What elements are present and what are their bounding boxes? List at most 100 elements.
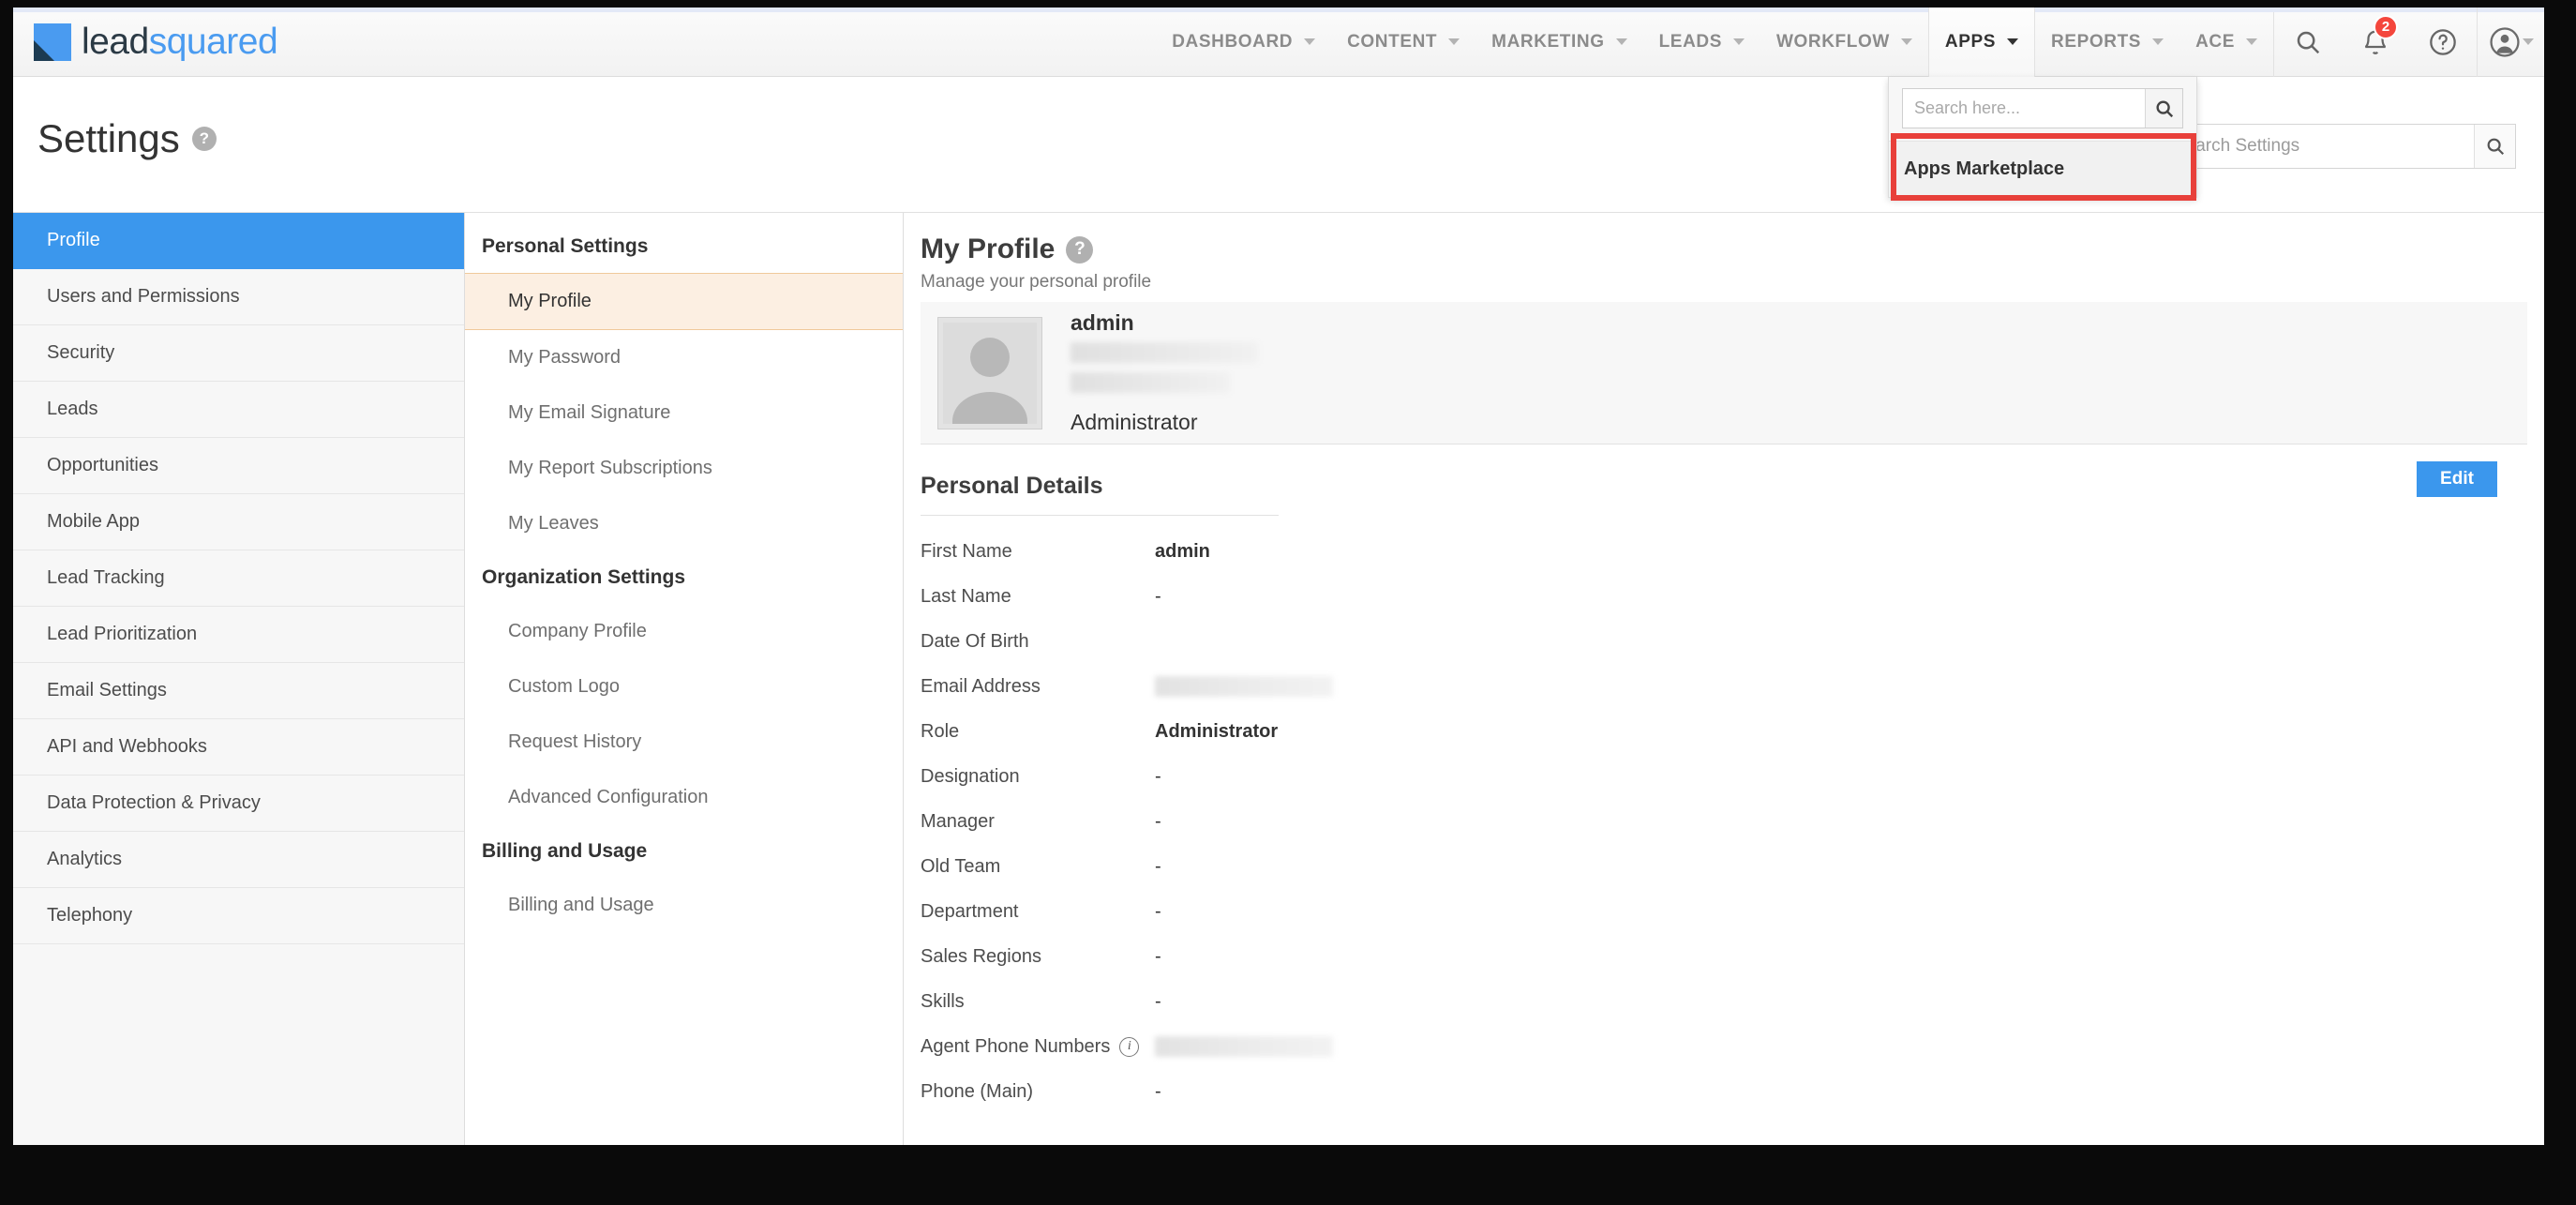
screenshot-frame: leadsquared DASHBOARD CONTENT MARKETING … bbox=[0, 0, 2576, 1205]
edit-button[interactable]: Edit bbox=[2417, 461, 2497, 497]
sidebar-item-telephony[interactable]: Telephony bbox=[13, 888, 464, 944]
submenu-item-custom-logo[interactable]: Custom Logo bbox=[465, 659, 903, 715]
profile-meta: admin Administrator bbox=[1071, 310, 1258, 435]
apps-dropdown-menu: Apps Marketplace bbox=[1888, 77, 2197, 201]
sidebar-item-mobile-app[interactable]: Mobile App bbox=[13, 494, 464, 550]
logo-wordmark: leadsquared bbox=[82, 21, 278, 63]
detail-row: Date Of Birth bbox=[921, 619, 2544, 664]
submenu-item-request-history[interactable]: Request History bbox=[465, 715, 903, 770]
sidebar-item-data-protection-privacy[interactable]: Data Protection & Privacy bbox=[13, 776, 464, 832]
profile-phone-masked bbox=[1071, 372, 1230, 393]
nav-item-leads[interactable]: LEADS bbox=[1643, 8, 1760, 77]
settings-search-box[interactable] bbox=[2160, 124, 2516, 169]
search-icon bbox=[2155, 99, 2173, 117]
nav-item-dashboard[interactable]: DASHBOARD bbox=[1156, 8, 1331, 77]
nav-item-workflow[interactable]: WORKFLOW bbox=[1760, 8, 1928, 77]
sidebar-item-opportunities[interactable]: Opportunities bbox=[13, 438, 464, 494]
detail-row: Agent Phone Numbers i bbox=[921, 1024, 2544, 1069]
user-menu-button[interactable] bbox=[2477, 8, 2544, 77]
detail-row: Designation - bbox=[921, 754, 2544, 799]
apps-dropdown-search-button[interactable] bbox=[2145, 89, 2182, 128]
detail-value: - bbox=[1155, 990, 1161, 1012]
detail-row: First Name admin bbox=[921, 529, 2544, 574]
detail-row: Old Team - bbox=[921, 844, 2544, 889]
personal-details-list: First Name admin Last Name - Date Of Bir… bbox=[921, 529, 2544, 1114]
detail-value: - bbox=[1155, 1080, 1161, 1102]
settings-search-button[interactable] bbox=[2474, 125, 2515, 168]
page-title: Settings bbox=[37, 116, 180, 160]
my-profile-title-group: My Profile ? bbox=[921, 233, 2544, 265]
settings-search-input[interactable] bbox=[2161, 125, 2474, 168]
submenu-group-organization-settings: Organization Settings bbox=[482, 566, 686, 588]
apps-dropdown-search-input[interactable] bbox=[1903, 89, 2145, 128]
nav-item-reports[interactable]: REPORTS bbox=[2035, 8, 2179, 77]
nav-item-label: DASHBOARD bbox=[1172, 31, 1294, 52]
sidebar-item-api-and-webhooks[interactable]: API and Webhooks bbox=[13, 719, 464, 776]
submenu-item-billing-and-usage[interactable]: Billing and Usage bbox=[465, 878, 903, 933]
detail-row: Phone (Main) - bbox=[921, 1069, 2544, 1114]
profile-avatar[interactable] bbox=[937, 316, 1042, 429]
detail-label: Skills bbox=[921, 990, 965, 1012]
detail-value-masked bbox=[1155, 1036, 1333, 1057]
nav-item-marketing[interactable]: MARKETING bbox=[1475, 8, 1642, 77]
chevron-down-icon bbox=[2522, 38, 2534, 45]
detail-row: Manager - bbox=[921, 799, 2544, 844]
apps-dropdown-search-box[interactable] bbox=[1902, 88, 2183, 128]
help-icon[interactable]: ? bbox=[1066, 235, 1094, 264]
sidebar-item-analytics[interactable]: Analytics bbox=[13, 832, 464, 888]
detail-label: First Name bbox=[921, 540, 1012, 562]
nav-item-ace[interactable]: ACE bbox=[2179, 8, 2273, 77]
submenu-item-my-leaves[interactable]: My Leaves bbox=[465, 496, 903, 551]
leadsquared-logo[interactable]: leadsquared bbox=[34, 21, 278, 63]
nav-item-content[interactable]: CONTENT bbox=[1331, 8, 1475, 77]
detail-row: Sales Regions - bbox=[921, 934, 2544, 979]
chevron-down-icon bbox=[2246, 38, 2257, 45]
detail-row: Skills - bbox=[921, 979, 2544, 1024]
nav-item-label: WORKFLOW bbox=[1776, 31, 1890, 52]
detail-label: Email Address bbox=[921, 675, 1041, 697]
nav-icon-group: 2 bbox=[2273, 8, 2544, 77]
notifications-button[interactable]: 2 bbox=[2342, 8, 2409, 77]
sidebar-item-security[interactable]: Security bbox=[13, 325, 464, 382]
page-title-group: Settings ? bbox=[37, 116, 217, 161]
submenu-item-my-email-signature[interactable]: My Email Signature bbox=[465, 385, 903, 441]
info-icon[interactable]: i bbox=[1119, 1036, 1140, 1057]
global-search-button[interactable] bbox=[2274, 8, 2342, 77]
sidebar-item-lead-prioritization[interactable]: Lead Prioritization bbox=[13, 607, 464, 663]
submenu-item-advanced-configuration[interactable]: Advanced Configuration bbox=[465, 770, 903, 825]
sidebar-item-profile[interactable]: Profile bbox=[13, 213, 464, 269]
profile-name: admin bbox=[1071, 310, 1134, 335]
help-icon[interactable]: ? bbox=[191, 127, 217, 151]
detail-label: Phone (Main) bbox=[921, 1080, 1034, 1102]
detail-label: Old Team bbox=[921, 855, 1001, 877]
sidebar-item-email-settings[interactable]: Email Settings bbox=[13, 663, 464, 719]
my-profile-title: My Profile bbox=[921, 233, 1056, 264]
help-button[interactable] bbox=[2409, 8, 2477, 77]
sidebar-item-lead-tracking[interactable]: Lead Tracking bbox=[13, 550, 464, 607]
submenu-item-company-profile[interactable]: Company Profile bbox=[465, 604, 903, 659]
nav-item-apps[interactable]: APPS bbox=[1927, 8, 2036, 77]
sidebar-item-users-and-permissions[interactable]: Users and Permissions bbox=[13, 269, 464, 325]
submenu-group-billing-and-usage: Billing and Usage bbox=[482, 840, 648, 862]
app-window: leadsquared DASHBOARD CONTENT MARKETING … bbox=[13, 8, 2544, 1145]
user-avatar-icon bbox=[2489, 26, 2520, 57]
submenu-item-my-report-subscriptions[interactable]: My Report Subscriptions bbox=[465, 441, 903, 496]
top-navigation-bar: leadsquared DASHBOARD CONTENT MARKETING … bbox=[13, 8, 2544, 77]
chevron-down-icon bbox=[1900, 38, 1912, 45]
detail-label: Date Of Birth bbox=[921, 630, 1029, 652]
menu-item-apps-marketplace[interactable]: Apps Marketplace bbox=[1889, 141, 2196, 197]
logo-mark-icon bbox=[34, 23, 71, 61]
submenu-item-my-profile[interactable]: My Profile bbox=[465, 273, 903, 330]
nav-items: DASHBOARD CONTENT MARKETING LEADS WORKFL… bbox=[1156, 8, 2273, 77]
nav-item-label: APPS bbox=[1944, 31, 1997, 52]
sidebar-item-leads[interactable]: Leads bbox=[13, 382, 464, 438]
detail-value-masked bbox=[1155, 676, 1333, 697]
settings-sidebar: Profile Users and Permissions Security L… bbox=[13, 213, 465, 1145]
logo-text-lead: lead bbox=[82, 21, 149, 62]
submenu-item-my-password[interactable]: My Password bbox=[465, 330, 903, 385]
detail-value: admin bbox=[1155, 540, 1210, 562]
detail-row: Last Name - bbox=[921, 574, 2544, 619]
profile-email-masked bbox=[1071, 342, 1258, 363]
settings-submenu: Personal Settings My Profile My Password… bbox=[465, 213, 904, 1145]
submenu-group-personal-settings: Personal Settings bbox=[482, 235, 649, 257]
